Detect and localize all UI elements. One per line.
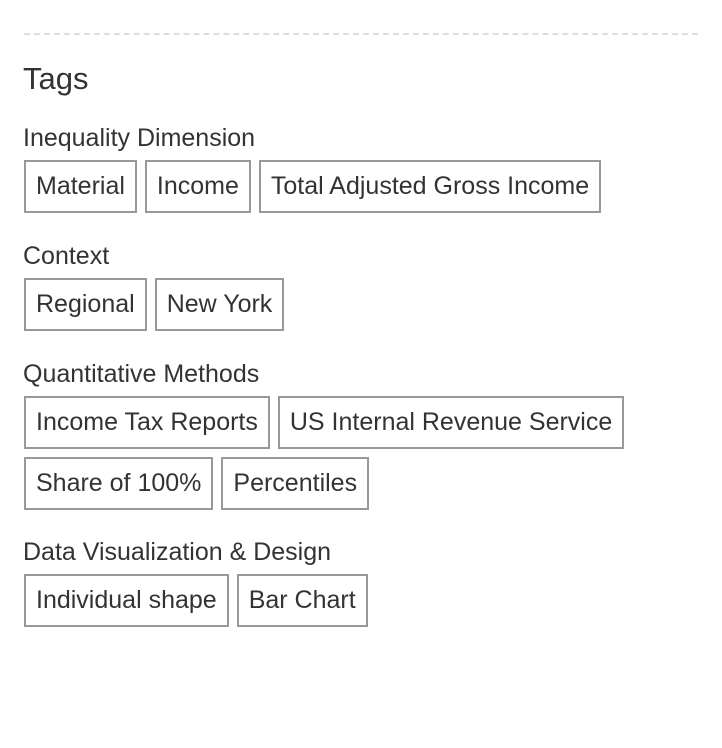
tags-heading: Tags bbox=[23, 61, 89, 96]
tag-row: Income Tax Reports US Internal Revenue S… bbox=[23, 396, 631, 449]
section-label: Context bbox=[23, 242, 110, 270]
tag-total-adjusted-gross-income[interactable]: Total Adjusted Gross Income bbox=[258, 160, 602, 213]
section-context: Context Regional New York bbox=[23, 241, 291, 339]
tag-row: Individual shape Bar Chart bbox=[23, 574, 375, 627]
tag-new-york[interactable]: New York bbox=[154, 278, 285, 331]
tag-income[interactable]: Income bbox=[144, 160, 251, 213]
tag-percentiles[interactable]: Percentiles bbox=[221, 457, 370, 510]
tag-regional[interactable]: Regional bbox=[24, 278, 147, 331]
tag-us-internal-revenue-service[interactable]: US Internal Revenue Service bbox=[277, 396, 625, 449]
tag-material[interactable]: Material bbox=[24, 160, 137, 213]
section-inequality-dimension: Inequality Dimension Material Income Tot… bbox=[23, 123, 608, 221]
section-quantitative-methods: Quantitative Methods Income Tax Reports … bbox=[23, 359, 631, 518]
tag-row: Regional New York bbox=[23, 278, 291, 331]
tag-bar-chart[interactable]: Bar Chart bbox=[236, 574, 368, 627]
tag-row: Share of 100% Percentiles bbox=[23, 457, 631, 510]
section-label: Data Visualization & Design bbox=[23, 538, 332, 566]
tag-share-of-100[interactable]: Share of 100% bbox=[24, 457, 214, 510]
dashed-divider bbox=[24, 33, 698, 35]
section-data-visualization-design: Data Visualization & Design Individual s… bbox=[23, 537, 375, 635]
section-label: Inequality Dimension bbox=[23, 124, 256, 152]
tag-income-tax-reports[interactable]: Income Tax Reports bbox=[24, 396, 270, 449]
section-label: Quantitative Methods bbox=[23, 360, 260, 388]
tag-row: Material Income Total Adjusted Gross Inc… bbox=[23, 160, 608, 213]
tag-individual-shape[interactable]: Individual shape bbox=[24, 574, 229, 627]
